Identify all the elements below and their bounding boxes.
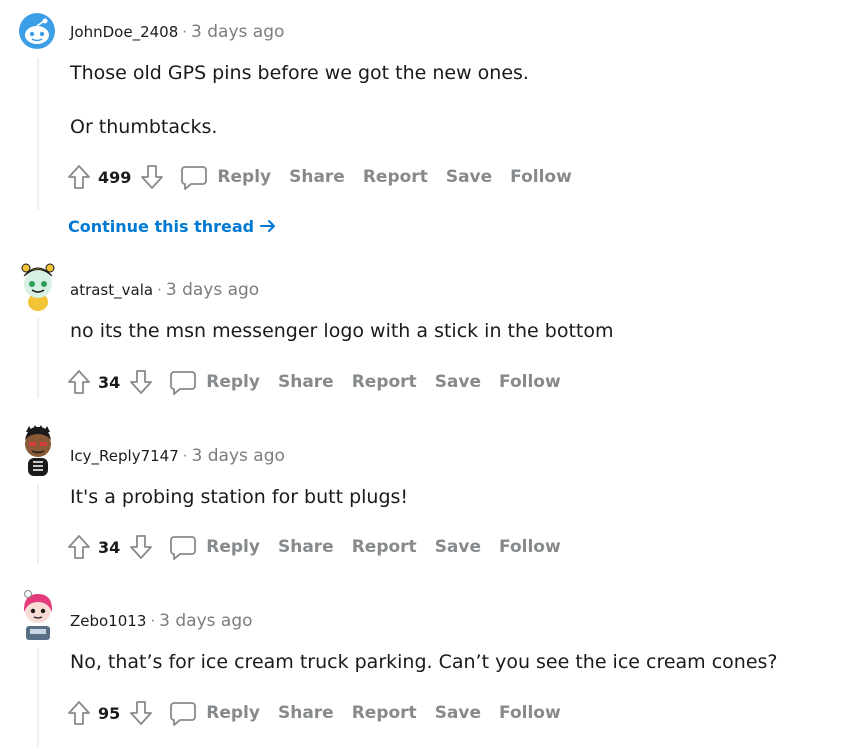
separator-dot: · xyxy=(157,281,162,299)
downvote-icon[interactable] xyxy=(128,699,154,727)
avatar[interactable] xyxy=(18,260,56,311)
separator-dot: · xyxy=(182,23,188,41)
share-button[interactable]: Share xyxy=(278,703,334,723)
author-name[interactable]: atrast_vala xyxy=(70,281,153,299)
reply-button[interactable]: Reply xyxy=(217,167,271,187)
snoo-default-blue-icon xyxy=(19,13,55,49)
thread-line[interactable] xyxy=(37,318,39,398)
snoo-pink-hair-icon xyxy=(23,590,53,640)
comment-bubble-icon[interactable] xyxy=(168,532,198,562)
comment-body-line: Or thumbtacks. xyxy=(70,116,218,138)
reply-button[interactable]: Reply xyxy=(206,372,260,392)
avatar[interactable] xyxy=(18,12,56,50)
comment-thread: JohnDoe_2408 · 3 days ago Those old GPS pi… xyxy=(0,0,856,747)
vote-score: 499 xyxy=(98,167,132,187)
comment-meta: Icy_Reply7147 · 3 days ago xyxy=(70,446,285,466)
save-button[interactable]: Save xyxy=(435,537,481,557)
share-button[interactable]: Share xyxy=(289,167,345,187)
timestamp[interactable]: 3 days ago xyxy=(159,611,252,631)
report-button[interactable]: Report xyxy=(363,167,428,187)
save-button[interactable]: Save xyxy=(435,703,481,723)
continue-thread-link[interactable]: Continue this thread xyxy=(68,217,276,236)
vote-score: 34 xyxy=(98,372,121,392)
timestamp[interactable]: 3 days ago xyxy=(192,446,285,466)
comment-body-line: Those old GPS pins before we got the new… xyxy=(70,62,529,84)
separator-dot: · xyxy=(150,612,156,630)
follow-button[interactable]: Follow xyxy=(499,372,561,392)
upvote-icon[interactable] xyxy=(66,368,92,396)
share-button[interactable]: Share xyxy=(278,537,334,557)
reply-button[interactable]: Reply xyxy=(206,537,260,557)
follow-button[interactable]: Follow xyxy=(499,537,561,557)
thread-line[interactable] xyxy=(37,648,39,747)
report-button[interactable]: Report xyxy=(352,537,417,557)
report-button[interactable]: Report xyxy=(352,703,417,723)
separator-dot: · xyxy=(182,447,188,465)
action-bar: 499 Reply Share Report Save Follow xyxy=(66,161,572,193)
action-bar: 34 Reply Share Report Save Follow xyxy=(66,531,561,563)
upvote-icon[interactable] xyxy=(66,163,92,191)
share-button[interactable]: Share xyxy=(278,372,334,392)
upvote-icon[interactable] xyxy=(66,699,92,727)
vote-score: 34 xyxy=(98,537,121,557)
action-bar: 95 Reply Share Report Save Follow xyxy=(66,697,561,729)
author-name[interactable]: JohnDoe_2408 xyxy=(70,23,178,41)
downvote-icon[interactable] xyxy=(128,533,154,561)
comment-meta: JohnDoe_2408 · 3 days ago xyxy=(70,22,284,42)
thread-line[interactable] xyxy=(37,58,39,210)
timestamp[interactable]: 3 days ago xyxy=(166,280,259,300)
comment-meta: atrast_vala · 3 days ago xyxy=(70,280,259,300)
snoo-yellow-hat-icon xyxy=(21,263,55,311)
comment-body-line: no its the msn messenger logo with a sti… xyxy=(70,320,614,342)
follow-button[interactable]: Follow xyxy=(499,703,561,723)
downvote-icon[interactable] xyxy=(128,368,154,396)
comment-meta: Zebo1013 · 3 days ago xyxy=(70,611,253,631)
comment-body-line: No, that’s for ice cream truck parking. … xyxy=(70,651,778,673)
author-name[interactable]: Zebo1013 xyxy=(70,612,146,630)
reply-button[interactable]: Reply xyxy=(206,703,260,723)
arrow-right-icon xyxy=(259,220,275,232)
comment-bubble-icon[interactable] xyxy=(168,367,198,397)
snoo-skeleton-icon xyxy=(25,425,51,476)
follow-button[interactable]: Follow xyxy=(510,167,572,187)
action-bar: 34 Reply Share Report Save Follow xyxy=(66,366,561,398)
avatar[interactable] xyxy=(18,422,56,476)
thread-line[interactable] xyxy=(37,484,39,564)
comment-bubble-icon[interactable] xyxy=(168,698,198,728)
comment-bubble-icon[interactable] xyxy=(179,162,209,192)
save-button[interactable]: Save xyxy=(435,372,481,392)
save-button[interactable]: Save xyxy=(446,167,492,187)
author-name[interactable]: Icy_Reply7147 xyxy=(70,447,179,465)
comment-body-line: It's a probing station for butt plugs! xyxy=(70,486,409,508)
avatar[interactable] xyxy=(18,588,56,642)
vote-score: 95 xyxy=(98,703,121,723)
upvote-icon[interactable] xyxy=(66,533,92,561)
continue-thread-label: Continue this thread xyxy=(68,217,255,236)
timestamp[interactable]: 3 days ago xyxy=(191,22,284,42)
downvote-icon[interactable] xyxy=(139,163,165,191)
report-button[interactable]: Report xyxy=(352,372,417,392)
